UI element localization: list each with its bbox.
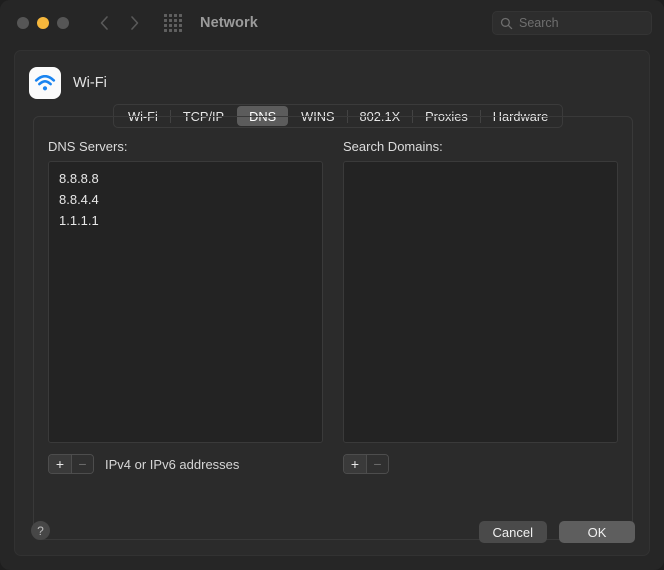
dns-content-panel: DNS Servers: 8.8.8.8 8.8.4.4 1.1.1.1 + −… <box>33 116 633 540</box>
search-domains-footer: + − <box>343 454 618 474</box>
zoom-button[interactable] <box>57 17 69 29</box>
network-preferences-window: Network Search Wi-Fi Wi-Fi TCP/IP DNS WI… <box>0 0 664 570</box>
navigation-arrows <box>93 12 146 34</box>
search-field[interactable]: Search <box>492 11 652 35</box>
search-placeholder: Search <box>519 16 559 30</box>
dns-settings-sheet: Wi-Fi Wi-Fi TCP/IP DNS WINS 802.1X Proxi… <box>14 50 650 556</box>
search-icon <box>500 17 513 30</box>
dns-servers-list[interactable]: 8.8.8.8 8.8.4.4 1.1.1.1 <box>48 161 323 443</box>
minimize-button[interactable] <box>37 17 49 29</box>
wifi-icon <box>29 67 61 99</box>
remove-dns-server-button[interactable]: − <box>71 455 93 473</box>
dns-servers-stepper: + − <box>48 454 94 474</box>
show-all-grid-icon[interactable] <box>164 14 182 32</box>
service-name-label: Wi-Fi <box>73 75 107 91</box>
search-domains-column: Search Domains: + − <box>343 139 618 525</box>
dns-servers-label: DNS Servers: <box>48 139 128 154</box>
sheet-action-buttons: Cancel OK <box>478 521 635 543</box>
dns-format-hint: IPv4 or IPv6 addresses <box>105 456 240 472</box>
ok-button[interactable]: OK <box>559 521 635 543</box>
add-dns-server-button[interactable]: + <box>49 455 71 473</box>
remove-search-domain-button[interactable]: − <box>366 455 388 473</box>
service-header: Wi-Fi <box>29 67 107 99</box>
list-item[interactable]: 8.8.8.8 <box>49 168 322 189</box>
dns-servers-footer: + − IPv4 or IPv6 addresses <box>48 454 323 474</box>
search-domains-label: Search Domains: <box>343 139 443 154</box>
forward-chevron-icon[interactable] <box>124 12 146 34</box>
list-item[interactable]: 8.8.4.4 <box>49 189 322 210</box>
cancel-button[interactable]: Cancel <box>478 521 547 543</box>
search-domains-stepper: + − <box>343 454 389 474</box>
traffic-lights <box>17 17 69 29</box>
help-button[interactable]: ? <box>31 521 50 540</box>
add-search-domain-button[interactable]: + <box>344 455 366 473</box>
dns-servers-column: DNS Servers: 8.8.8.8 8.8.4.4 1.1.1.1 + −… <box>48 139 323 525</box>
search-domains-list[interactable] <box>343 161 618 443</box>
window-title: Network <box>200 15 258 31</box>
list-item[interactable]: 1.1.1.1 <box>49 210 322 231</box>
back-chevron-icon[interactable] <box>93 12 115 34</box>
window-titlebar: Network Search <box>0 0 664 46</box>
close-button[interactable] <box>17 17 29 29</box>
